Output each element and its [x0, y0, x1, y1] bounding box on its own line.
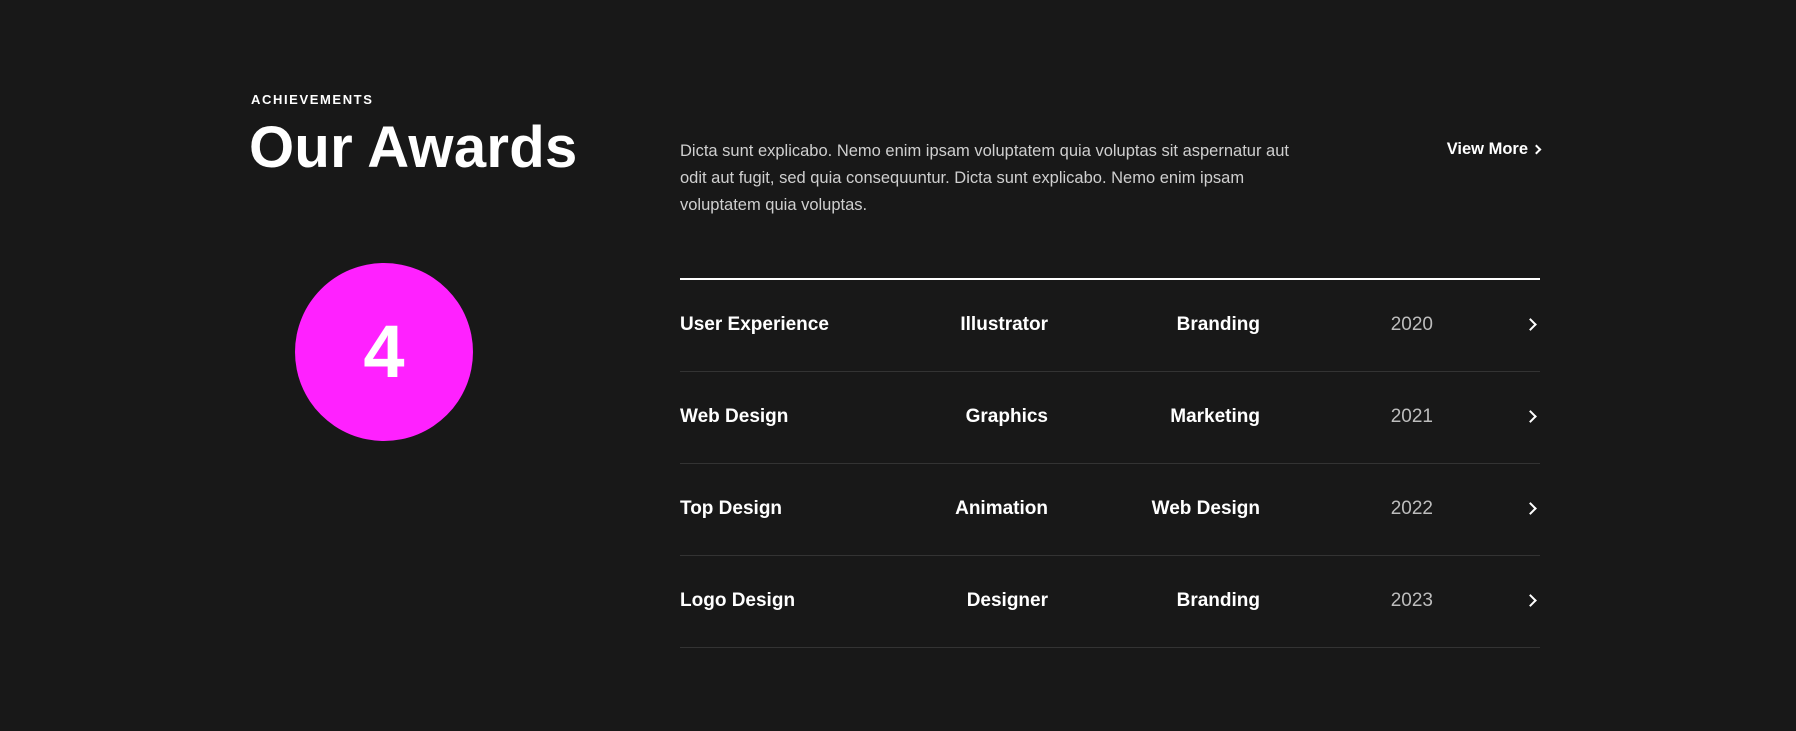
- section-description: Dicta sunt explicabo. Nemo enim ipsam vo…: [680, 142, 1289, 214]
- award-category: Illustrator: [960, 314, 1048, 335]
- award-category: Designer: [966, 590, 1048, 611]
- award-row[interactable]: User Experience Illustrator Branding 202…: [680, 280, 1540, 372]
- award-name: User Experience: [680, 314, 829, 335]
- page-title: Our Awards: [249, 115, 578, 180]
- award-category: Graphics: [965, 406, 1048, 427]
- awards-section: ACHIEVEMENTS Our Awards 4 Dicta sunt exp…: [0, 0, 1796, 731]
- awards-count-badge: 4: [295, 263, 473, 441]
- chevron-right-icon[interactable]: [1524, 410, 1537, 423]
- view-more-link[interactable]: View More: [1446, 140, 1542, 159]
- award-year: 2022: [1390, 498, 1433, 519]
- award-type: Marketing: [1170, 406, 1260, 427]
- award-type: Branding: [1176, 314, 1260, 335]
- section-eyebrow: ACHIEVEMENTS: [251, 92, 374, 107]
- award-year: 2023: [1390, 590, 1433, 611]
- chevron-right-icon[interactable]: [1524, 318, 1537, 331]
- award-year: 2021: [1390, 406, 1433, 427]
- chevron-right-icon[interactable]: [1524, 594, 1537, 607]
- award-type: Branding: [1176, 590, 1260, 611]
- award-name: Web Design: [680, 406, 789, 427]
- award-row[interactable]: Top Design Animation Web Design 2022: [680, 464, 1540, 556]
- view-more-label: View More: [1446, 140, 1528, 158]
- chevron-right-icon: [1531, 144, 1542, 155]
- awards-list: User Experience Illustrator Branding 202…: [680, 278, 1540, 648]
- award-name: Top Design: [680, 498, 783, 519]
- chevron-right-icon[interactable]: [1524, 502, 1537, 515]
- award-name: Logo Design: [680, 590, 796, 611]
- award-category: Animation: [955, 498, 1048, 519]
- award-row[interactable]: Web Design Graphics Marketing 2021: [680, 372, 1540, 464]
- award-year: 2020: [1390, 314, 1433, 335]
- award-type: Web Design: [1151, 498, 1260, 519]
- award-row[interactable]: Logo Design Designer Branding 2023: [680, 556, 1540, 648]
